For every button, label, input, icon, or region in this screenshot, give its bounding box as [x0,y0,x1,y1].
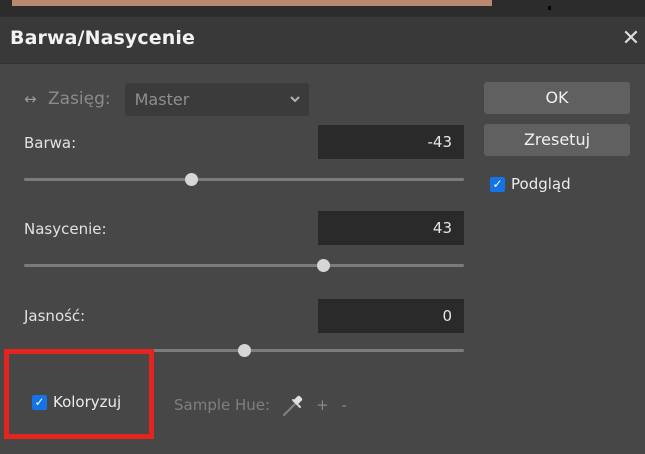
reset-button[interactable]: Zresetuj [484,124,630,156]
dialog-titlebar[interactable]: Barwa/Nasycenie ✕ [0,16,645,64]
colorize-toggle[interactable]: ✓ Koloryzuj [32,393,121,411]
lightness-input[interactable]: 0 [318,299,464,333]
sample-hue-row: Sample Hue: + - [174,392,350,418]
saturation-slider-thumb[interactable] [317,259,331,272]
preview-checkbox[interactable]: ✓ [490,176,505,192]
hue-input[interactable]: -43 [318,125,464,159]
colorize-label: Koloryzuj [53,393,122,411]
range-row: ↔ Zasięg: Master [24,82,309,116]
chevron-down-icon [289,83,301,129]
preview-toggle[interactable]: ✓ Podgląd [490,175,571,193]
image-mark [548,6,551,10]
hue-slider-track[interactable] [24,173,464,186]
colorize-checkbox[interactable]: ✓ [32,394,47,410]
remove-sample-button[interactable]: - [338,396,350,414]
saturation-label: Nasycenie: [24,220,107,238]
add-sample-button[interactable]: + [316,396,329,414]
hue-slider-thumb[interactable] [185,173,199,186]
ok-button[interactable]: OK [484,82,630,114]
lightness-label: Jasność: [24,307,86,325]
hue-label: Barwa: [24,134,77,152]
range-label: Zasięg: [48,89,111,109]
image-preview-edge [12,0,492,6]
range-selected-value: Master [134,89,190,109]
preview-label: Podgląd [511,175,571,193]
saturation-input[interactable]: 43 [318,211,464,245]
dialog-title: Barwa/Nasycenie [10,27,195,49]
eyedropper-icon[interactable] [280,392,306,418]
close-icon[interactable]: ✕ [620,26,642,52]
double-arrow-icon: ↔ [24,90,37,108]
lightness-slider-thumb[interactable] [238,344,251,357]
saturation-slider-track[interactable] [24,259,464,272]
background-image-strip [0,0,645,16]
sample-hue-label: Sample Hue: [174,396,271,414]
range-select[interactable]: Master [124,82,309,116]
